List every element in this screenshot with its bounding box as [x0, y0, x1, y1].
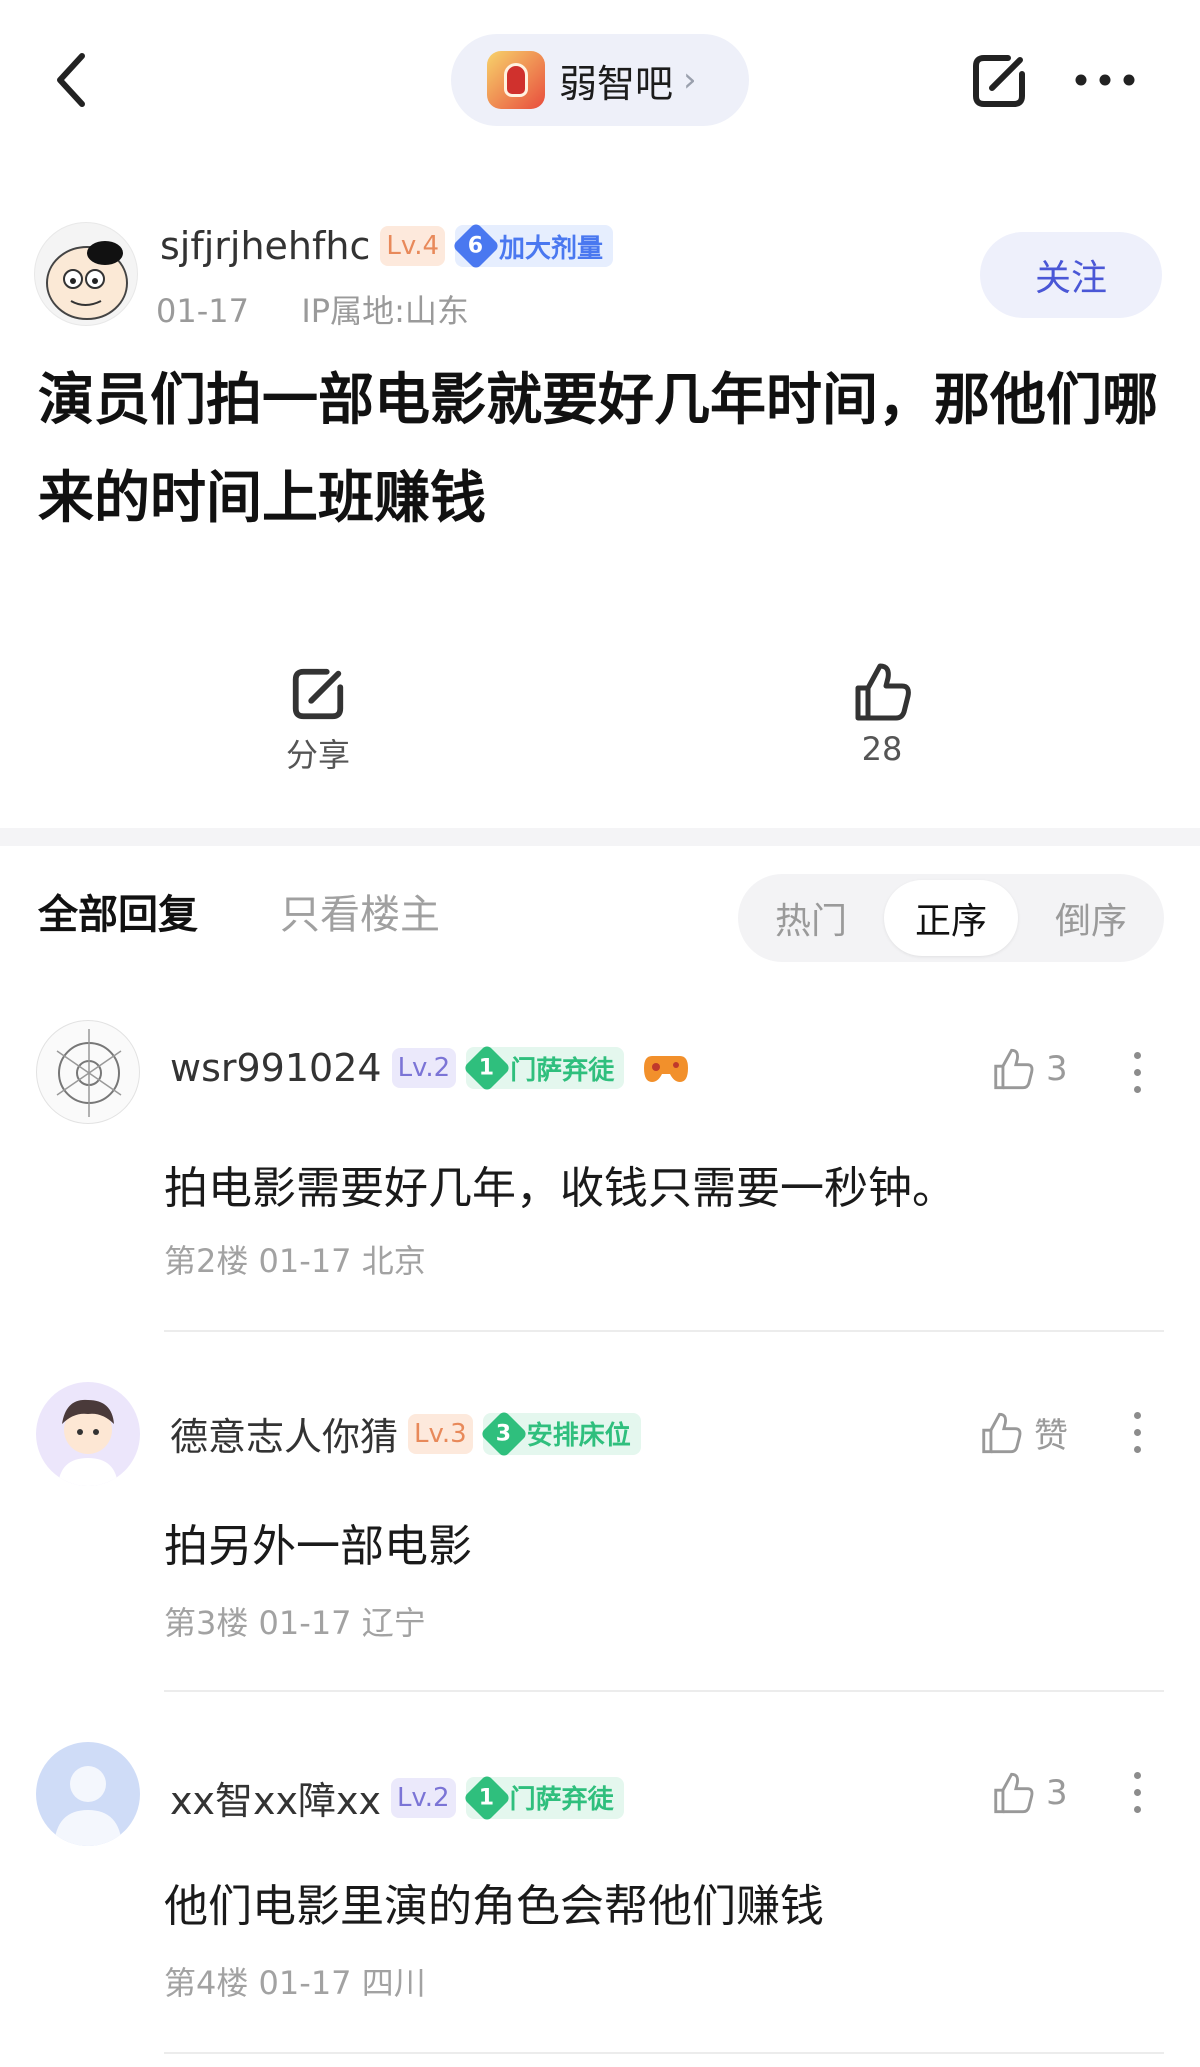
comment-avatar[interactable]	[36, 1382, 140, 1486]
level-badge: Lv.2	[391, 1048, 457, 1088]
badge-number: 6	[452, 221, 501, 271]
comment-avatar[interactable]	[36, 1742, 140, 1846]
post-title: 演员们拍一部电影就要好几年时间，那他们哪来的时间上班赚钱	[38, 368, 1158, 531]
comment-more-button[interactable]	[1132, 1772, 1142, 1813]
comment-like-button[interactable]: 3	[990, 1046, 1068, 1092]
forum-name: 弱智吧	[559, 61, 674, 106]
comment-like-count: 3	[1046, 1773, 1068, 1813]
comment-meta: 第2楼 01-17 北京	[164, 1242, 426, 1280]
comment-divider	[164, 1690, 1164, 1692]
share-icon	[973, 55, 1025, 107]
level-badge: Lv.3	[408, 1413, 473, 1454]
comment-like-button[interactable]: 3	[990, 1770, 1068, 1816]
title-badge: 3 安排床位	[479, 1409, 641, 1458]
badge-number: 3	[479, 1409, 528, 1458]
comment-more-button[interactable]	[1132, 1052, 1142, 1093]
post-ip: IP属地:山东	[301, 292, 469, 330]
badge-number: 1	[462, 1773, 511, 1822]
badge-text: 门萨弃徒	[510, 1055, 615, 1086]
comment-user-row: xx智xx障xx Lv.2 1 门萨弃徒	[170, 1770, 624, 1825]
like-count: 28	[861, 730, 903, 768]
comment-user-row: wsr991024 Lv.2 1 门萨弃徒	[170, 1043, 690, 1093]
chevron-right-icon: ›	[683, 60, 697, 100]
comment-divider	[164, 1330, 1164, 1332]
comment-meta: 第4楼 01-17 四川	[164, 1964, 426, 2002]
comment-username[interactable]: 德意志人你猜	[170, 1406, 398, 1461]
thumbs-up-icon	[982, 1412, 1022, 1453]
header-more-button[interactable]	[1074, 70, 1136, 90]
comment-text: 他们电影里演的角色会帮他们赚钱	[164, 1881, 824, 1932]
comment-divider	[164, 2052, 1164, 2054]
gamepad-icon	[644, 1056, 689, 1082]
thumbs-up-icon	[994, 1048, 1034, 1090]
back-button[interactable]	[48, 48, 96, 112]
comment-text: 拍另外一部电影	[164, 1521, 472, 1572]
share-icon	[292, 668, 344, 720]
author-avatar[interactable]	[34, 222, 138, 326]
comment-like-count: 3	[1046, 1049, 1068, 1089]
section-divider	[0, 828, 1200, 846]
sort-ascending[interactable]: 正序	[884, 880, 1018, 956]
comment-text: 拍电影需要好几年，收钱只需要一秒钟。	[164, 1163, 956, 1214]
share-button[interactable]: 分享	[282, 664, 354, 776]
title-badge: 6 加大剂量	[452, 221, 614, 271]
level-badge: Lv.2	[390, 1777, 456, 1818]
badge-text: 加大剂量	[499, 233, 604, 264]
forum-pill[interactable]: 弱智吧 ›	[451, 34, 749, 126]
chevron-left-icon	[57, 53, 85, 107]
tab-all-replies[interactable]: 全部回复	[38, 882, 198, 940]
sort-descending[interactable]: 倒序	[1024, 880, 1158, 956]
comment-user-row: 德意志人你猜 Lv.3 3 安排床位	[170, 1406, 641, 1461]
thumbs-up-icon	[855, 663, 911, 721]
title-badge: 1 门萨弃徒	[462, 1773, 624, 1822]
share-label: 分享	[285, 736, 350, 774]
header-share-button[interactable]	[968, 50, 1030, 112]
level-badge: Lv.4	[380, 226, 446, 266]
author-row: sjfjrjhehfhc Lv.4 6 加大剂量	[160, 221, 614, 271]
badge-number: 1	[463, 1043, 512, 1093]
comment-meta: 第3楼 01-17 辽宁	[164, 1604, 426, 1642]
comment-avatar[interactable]	[36, 1020, 140, 1124]
comment-username[interactable]: xx智xx障xx	[170, 1770, 381, 1825]
comment-like-button[interactable]: 赞	[978, 1408, 1068, 1457]
sort-toggle: 热门 正序 倒序	[738, 874, 1164, 962]
comment-like-label: 赞	[1034, 1416, 1068, 1456]
tab-op-only[interactable]: 只看楼主	[280, 882, 440, 940]
like-button[interactable]: 28	[846, 660, 918, 768]
comment-more-button[interactable]	[1132, 1412, 1142, 1453]
title-badge: 1 门萨弃徒	[463, 1043, 625, 1093]
comment-username[interactable]: wsr991024	[170, 1046, 382, 1090]
badge-text: 安排床位	[526, 1421, 631, 1451]
more-dots-icon	[1075, 74, 1135, 86]
forum-avatar	[487, 51, 545, 109]
author-name[interactable]: sjfjrjhehfhc	[160, 224, 370, 268]
follow-button[interactable]: 关注	[980, 232, 1162, 318]
badge-text: 门萨弃徒	[509, 1785, 614, 1815]
thumbs-up-icon	[994, 1772, 1034, 1814]
sort-hot[interactable]: 热门	[744, 880, 878, 956]
post-meta: 01-17 IP属地:山东	[156, 286, 469, 332]
post-date: 01-17	[156, 292, 249, 330]
